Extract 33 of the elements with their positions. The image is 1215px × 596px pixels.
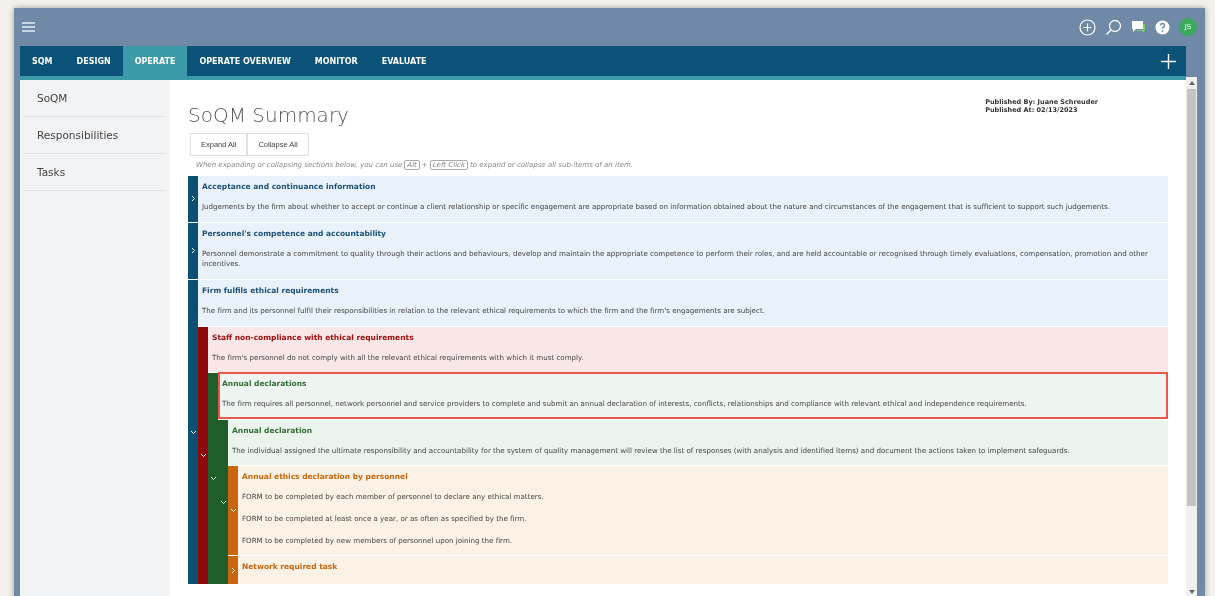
chevron-down-icon [189,429,197,435]
add-circle-icon[interactable] [1079,18,1096,36]
nav-tab[interactable]: EVALUATE [369,46,439,76]
sidebar-item[interactable]: Responsibilities [25,117,165,154]
nav-tab[interactable]: MONITOR [302,46,370,76]
scroll-up-icon[interactable] [1188,81,1195,85]
nav-tab[interactable]: DESIGN [64,46,123,76]
search-icon[interactable] [1105,18,1122,36]
chevron-down-icon [199,453,207,458]
section-bar[interactable] [228,555,238,585]
nav-tab[interactable]: SQM [20,46,65,76]
scrollbar[interactable] [1186,77,1197,596]
section-card[interactable] [228,418,1168,466]
scrollbar-thumb[interactable] [1187,89,1196,506]
nav-tab[interactable]: OPERATE OVERVIEW [187,46,303,76]
chat-icon[interactable] [1131,20,1146,34]
section-bar[interactable] [188,175,198,222]
sidebar-item[interactable]: SoQM [25,80,165,117]
scroll-down-icon[interactable] [1188,590,1195,594]
chevron-down-icon [209,476,217,482]
add-icon[interactable] [1161,53,1176,69]
page-title: SoQM Summary [188,103,349,127]
chevron-right-icon [190,247,196,255]
section-bar[interactable] [228,465,238,556]
sidebar-item[interactable]: Tasks [25,154,165,191]
chevron-right-icon [190,195,196,203]
help-icon[interactable] [1155,19,1170,35]
menu-icon[interactable] [22,22,35,32]
section-card[interactable] [198,175,1168,222]
chevron-right-icon [230,566,236,574]
section-card[interactable] [218,372,1168,419]
section-bar[interactable] [188,221,198,279]
section-card[interactable] [238,465,1168,556]
